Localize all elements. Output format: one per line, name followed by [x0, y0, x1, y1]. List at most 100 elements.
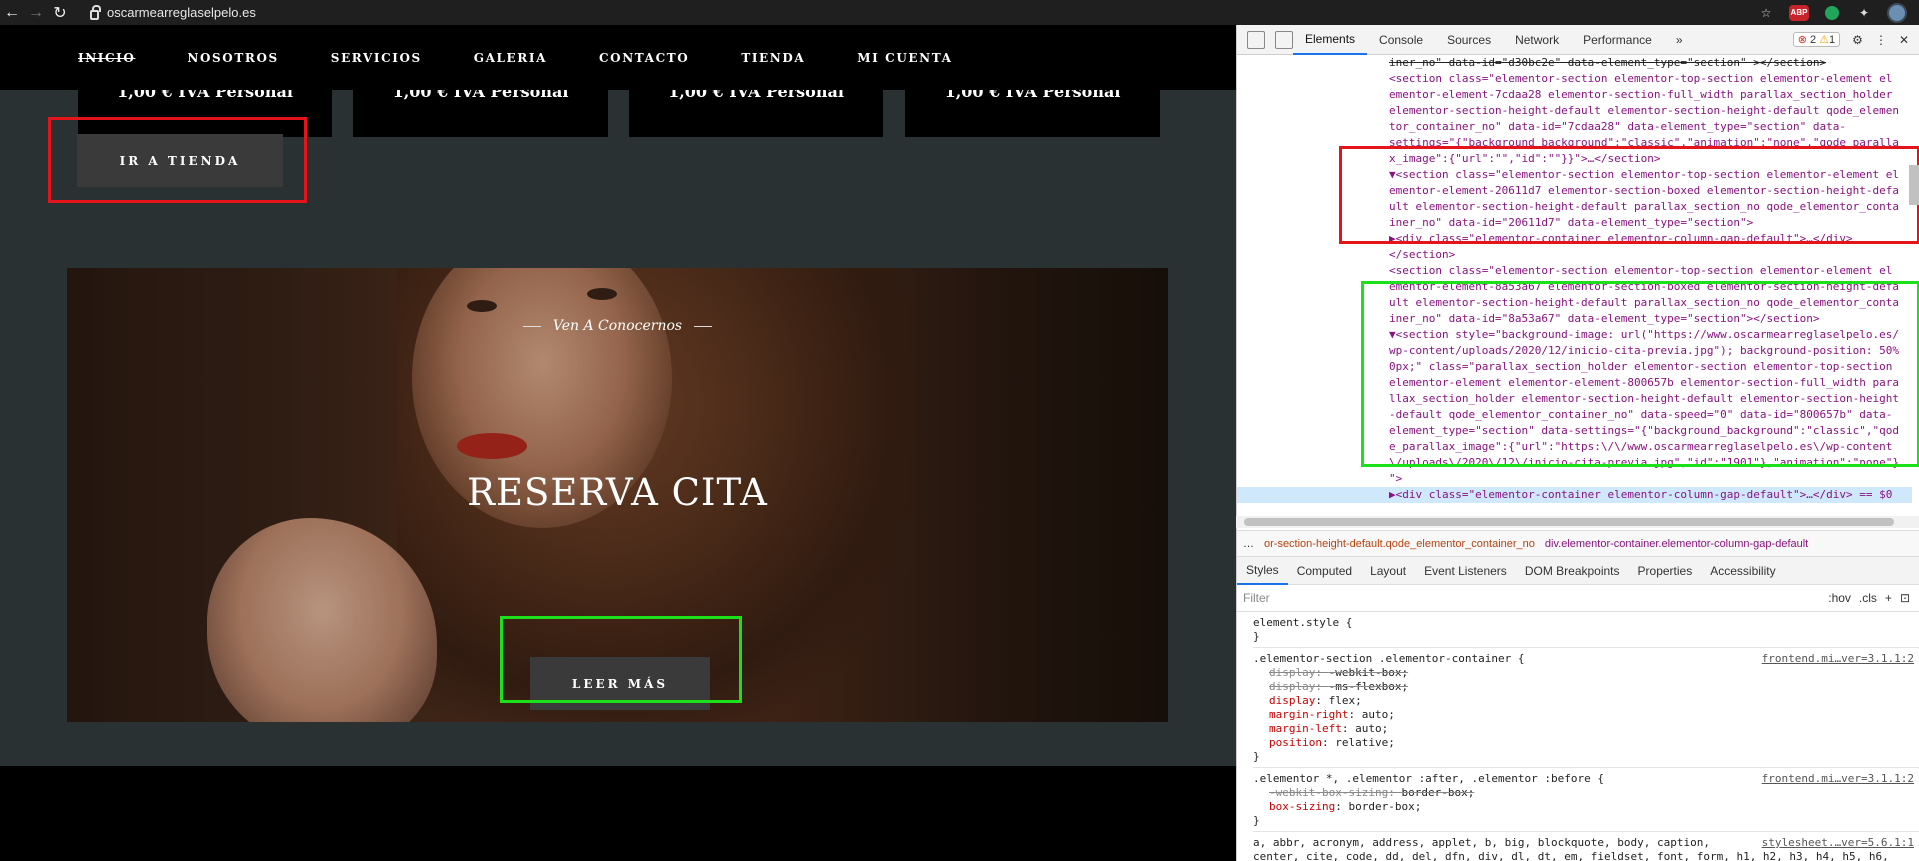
- address-bar[interactable]: oscarmearreglaselpelo.es: [90, 0, 256, 25]
- scroll-thumb[interactable]: [1244, 518, 1894, 526]
- styles-filter-input[interactable]: Filter :hov .cls + ⊡: [1237, 585, 1919, 612]
- reload-button[interactable]: ↻: [48, 0, 72, 25]
- product-card[interactable]: 1,00 € IVA Personal: [905, 90, 1160, 137]
- highlight-box-green: [1361, 281, 1919, 467]
- go-to-shop-button[interactable]: IR A TIENDA: [77, 134, 283, 187]
- dom-breadcrumbs: … or-section-height-default.qode_element…: [1237, 530, 1919, 557]
- computed-sidebar-icon[interactable]: ⊡: [1900, 591, 1910, 605]
- rule-source-link[interactable]: frontend.mi…ver=3.1.1:2: [1762, 652, 1919, 666]
- tab-dom-breakpoints[interactable]: DOM Breakpoints: [1516, 557, 1629, 585]
- css-property-name: position: [1269, 736, 1322, 749]
- css-property-value: flex;: [1328, 694, 1362, 707]
- extensions-puzzle-icon[interactable]: ✦: [1855, 4, 1873, 22]
- css-property-name: display: [1269, 666, 1316, 679]
- more-options-icon[interactable]: ⋮: [1875, 33, 1887, 47]
- back-button[interactable]: ←: [0, 0, 24, 25]
- class-toggle[interactable]: .cls: [1859, 591, 1877, 605]
- breadcrumb-section[interactable]: or-section-height-default.qode_elementor…: [1264, 538, 1535, 550]
- css-property-name: box-sizing: [1269, 800, 1336, 813]
- product-card[interactable]: 1,00 € IVA Personal: [353, 90, 608, 137]
- css-separator: :: [1315, 694, 1329, 707]
- dom-node-text: <section class="elementor-section elemen…: [1389, 72, 1893, 85]
- tab-event-listeners[interactable]: Event Listeners: [1415, 557, 1516, 585]
- css-property[interactable]: margin-left: auto;: [1253, 722, 1919, 736]
- dom-node-text: ">: [1389, 472, 1403, 485]
- forward-button[interactable]: →: [24, 0, 48, 25]
- inspect-element-icon[interactable]: [1247, 30, 1265, 49]
- dom-node[interactable]: elementor-section-height-default element…: [1389, 103, 1912, 119]
- tab-computed[interactable]: Computed: [1288, 557, 1361, 585]
- site-footer-area: [0, 766, 1236, 861]
- css-property[interactable]: margin-right: auto;: [1253, 708, 1919, 722]
- rule-source-link[interactable]: frontend.mi…ver=3.1.1:2: [1762, 772, 1919, 786]
- css-separator: :: [1315, 680, 1329, 693]
- css-property[interactable]: display: flex;: [1253, 694, 1919, 708]
- css-property[interactable]: box-sizing: border-box;: [1253, 800, 1919, 814]
- devtools-panel: Elements Console Sources Network Perform…: [1236, 25, 1919, 861]
- dom-node[interactable]: <section class="elementor-section elemen…: [1389, 263, 1912, 279]
- tab-performance[interactable]: Performance: [1571, 25, 1664, 55]
- nav-link-contacto[interactable]: CONTACTO: [599, 51, 689, 65]
- tab-elements[interactable]: Elements: [1293, 25, 1368, 55]
- dom-scrollbar[interactable]: [1909, 165, 1919, 205]
- css-separator: :: [1321, 736, 1336, 749]
- rule-selector[interactable]: element.style {: [1253, 616, 1919, 630]
- css-property[interactable]: display: -webkit-box;: [1253, 666, 1919, 680]
- product-price: 1,00 € IVA Personal: [944, 90, 1121, 101]
- highlight-box-red: [1339, 146, 1919, 244]
- nav-link-inicio[interactable]: INICIO: [78, 51, 135, 65]
- tab-layout[interactable]: Layout: [1361, 557, 1415, 585]
- css-property-name: display: [1269, 694, 1316, 707]
- rule-close: }: [1253, 814, 1260, 827]
- css-property[interactable]: -webkit-box-sizing: border-box;: [1253, 786, 1919, 800]
- css-separator: :: [1388, 786, 1402, 799]
- nav-link-galeria[interactable]: GALERIA: [474, 51, 547, 65]
- style-rule: frontend.mi…ver=3.1.1:2 .elementor-sectio…: [1253, 648, 1919, 768]
- product-card[interactable]: 1,00 € IVA Personal: [629, 90, 883, 137]
- dom-node[interactable]: <section class="elementor-section elemen…: [1389, 71, 1912, 87]
- highlight-box-green: [500, 616, 742, 703]
- filter-placeholder: Filter: [1243, 591, 1270, 605]
- new-rule-icon[interactable]: +: [1885, 591, 1892, 605]
- nav-link-servicios[interactable]: SERVICIOS: [331, 51, 422, 65]
- settings-gear-icon[interactable]: ⚙: [1852, 33, 1863, 47]
- css-property[interactable]: position: relative;: [1253, 736, 1919, 750]
- styles-tabbar: Styles Computed Layout Event Listeners D…: [1237, 557, 1919, 585]
- dom-node[interactable]: iner_no" data-id="d30bc2e" data-element_…: [1389, 55, 1912, 71]
- nav-link-mi-cuenta[interactable]: MI CUENTA: [857, 51, 952, 65]
- more-tabs-button[interactable]: »: [1664, 25, 1695, 55]
- dom-node[interactable]: tor_container_no" data-id="7cdaa28" data…: [1389, 119, 1912, 135]
- dom-horizontal-scrollbar[interactable]: [1236, 516, 1919, 528]
- adblock-icon[interactable]: ABP: [1789, 4, 1809, 21]
- tab-styles[interactable]: Styles: [1237, 557, 1288, 585]
- dom-node[interactable]: ementor-element-7cdaa28 elementor-sectio…: [1389, 87, 1912, 103]
- tab-sources[interactable]: Sources: [1435, 25, 1503, 55]
- profile-avatar[interactable]: [1887, 2, 1907, 23]
- css-property-value: -webkit-box;: [1328, 666, 1409, 679]
- css-property[interactable]: display: -ms-flexbox;: [1253, 680, 1919, 694]
- nav-link-tienda[interactable]: TIENDA: [741, 51, 805, 65]
- rule-source-link[interactable]: stylesheet.…ver=5.6.1:1: [1762, 836, 1919, 850]
- dom-node-text: ▶<div class="elementor-container element…: [1389, 488, 1893, 501]
- breadcrumb-ellipsis[interactable]: …: [1243, 538, 1254, 550]
- tab-console[interactable]: Console: [1367, 25, 1435, 55]
- css-separator: :: [1335, 800, 1349, 813]
- hover-state-toggle[interactable]: :hov: [1828, 591, 1851, 605]
- issues-badge[interactable]: ⊗ 2 ⚠1: [1792, 32, 1841, 47]
- nav-link-nosotros[interactable]: NOSOTROS: [187, 51, 278, 65]
- green-extension-icon[interactable]: [1823, 4, 1841, 22]
- tab-properties[interactable]: Properties: [1629, 557, 1702, 585]
- dom-node[interactable]: ">: [1389, 471, 1912, 487]
- close-devtools-icon[interactable]: ✕: [1899, 33, 1909, 47]
- style-rule: frontend.mi…ver=3.1.1:2 .elementor *, .el…: [1253, 768, 1919, 832]
- tab-accessibility[interactable]: Accessibility: [1701, 557, 1784, 585]
- bookmark-star-icon[interactable]: ☆: [1757, 4, 1775, 22]
- device-toolbar-icon[interactable]: [1275, 30, 1293, 49]
- tab-network[interactable]: Network: [1503, 25, 1571, 55]
- dom-node[interactable]: </section>: [1389, 247, 1912, 263]
- style-rule: stylesheet.…ver=5.6.1:1 a, abbr, acronym,…: [1253, 832, 1919, 861]
- breadcrumb-div[interactable]: div.elementor-container.elementor-column…: [1545, 538, 1808, 550]
- dom-node[interactable]: ▶<div class="elementor-container element…: [1237, 487, 1912, 503]
- dom-node-text: ementor-element-7cdaa28 elementor-sectio…: [1389, 88, 1893, 101]
- error-count: 2: [1809, 34, 1817, 46]
